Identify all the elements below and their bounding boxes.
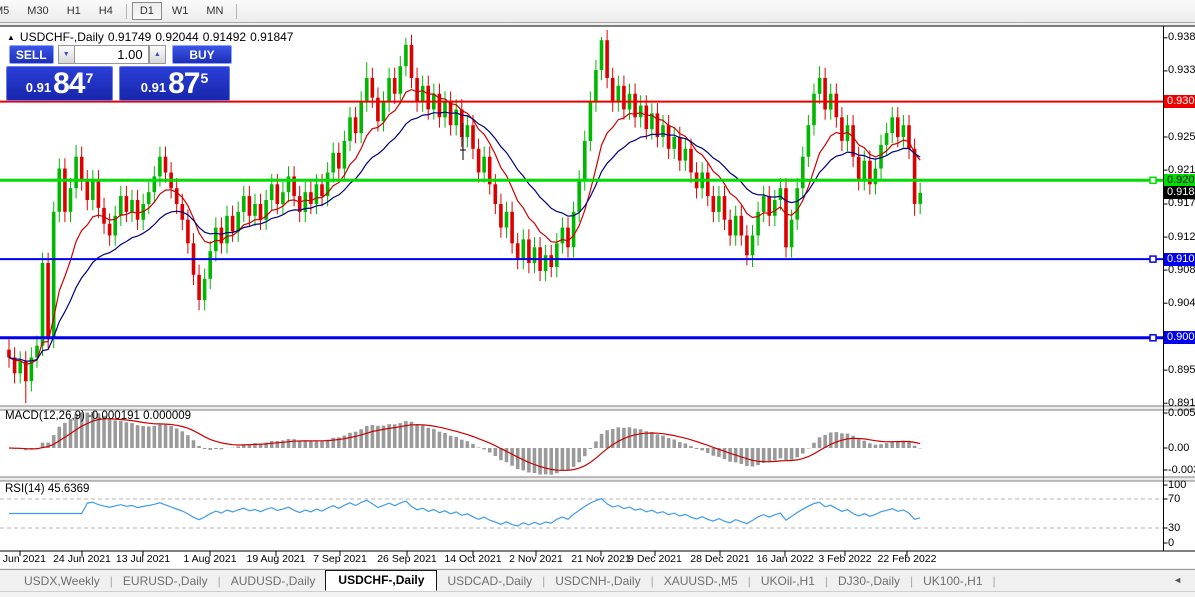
sell-button[interactable]: SELL (9, 45, 54, 64)
chart-tab-usdx[interactable]: USDX,Weekly (14, 573, 110, 589)
volume-down-icon[interactable]: ▼ (57, 45, 75, 64)
price-axis-tick: 0.9044 (1168, 296, 1195, 309)
macd-values: -0.000191 0.000009 (88, 410, 192, 422)
ohlc-close: 0.91847 (250, 30, 294, 44)
price-line-label: 0.9000 (1164, 331, 1195, 345)
rsi-axis-label: 100 (1168, 479, 1187, 491)
chart-tab-ukoil[interactable]: UKOil-,H1 (751, 573, 825, 589)
price-line-label: 0.9184 (1164, 186, 1195, 200)
chart-tab-eurusd[interactable]: EURUSD-,Daily (113, 573, 218, 589)
volume-up-icon[interactable]: ▲ (148, 45, 167, 64)
tab-scroll-left-icon[interactable]: ◄ (1173, 575, 1182, 585)
trade-panel: SELL ▼ 1.00 ▲ BUY 0.91 84 7 0.91 87 5 (6, 45, 232, 101)
date-axis-label: 14 Oct 2021 (444, 553, 502, 565)
rsi-indicator-label: RSI(14) 45.6369 (5, 483, 90, 495)
date-axis-label: 9 Dec 2021 (628, 553, 682, 565)
chart-tab-usdcnh[interactable]: USDCNH-,Daily (545, 573, 650, 589)
ohlc-open: 0.91749 (107, 30, 152, 44)
price-axis-tick: 0.9381 (1168, 31, 1195, 44)
chart-title: ▲ USDCHF-,Daily 0.91749 0.92044 0.91492 0.918… (7, 30, 297, 44)
chart-tab-dj30[interactable]: DJ30-,Daily (828, 573, 910, 589)
rsi-axis-label: 70 (1168, 493, 1181, 505)
rsi-value: 45.6369 (47, 483, 90, 495)
chart-tab-xauusd[interactable]: XAUUSD-,M5 (654, 573, 748, 589)
chart-tab-usdcad[interactable]: USDCAD-,Daily (437, 573, 542, 589)
date-axis-label: 1 Aug 2021 (183, 553, 237, 565)
sell-price-sup: 7 (85, 70, 94, 86)
chart-symbol: USDCHF-,Daily (19, 30, 104, 44)
chart-tab-usdchf[interactable]: USDCHF-,Daily (325, 570, 438, 591)
buy-price-big: 87 (168, 67, 200, 100)
price-axis-tick: 0.8959 (1168, 363, 1195, 376)
collapse-panel-icon[interactable]: ▲ (7, 33, 15, 42)
date-axis-label: 13 Jul 2021 (115, 553, 171, 565)
price-axis-tick: 0.9255 (1168, 130, 1195, 143)
date-axis-label: 21 Nov 2021 (571, 553, 631, 565)
sell-price-prefix: 0.91 (25, 80, 52, 95)
date-axis-label: 2 Nov 2021 (509, 553, 563, 565)
date-axis-label: 28 Dec 2021 (690, 553, 750, 565)
macd-axis-label: -0.003 (1168, 464, 1195, 476)
buy-button[interactable]: BUY (172, 45, 232, 64)
date-axis-label: 22 Feb 2022 (877, 553, 937, 565)
rsi-axis-label: 0 (1168, 537, 1175, 549)
date-axis-label: 6 Jun 2021 (0, 553, 46, 565)
date-axis-label: 24 Jun 2021 (53, 553, 111, 565)
status-strip (0, 591, 1195, 597)
volume-input[interactable]: 1.00 (74, 45, 149, 64)
macd-axis-label: 0.00 (1168, 442, 1190, 454)
price-axis-tick: 0.9128 (1168, 230, 1195, 243)
macd-axis-label: 0.0059 (1168, 407, 1195, 419)
rsi-axis-label: 30 (1168, 522, 1181, 534)
price-axis-tick: 0.9339 (1168, 64, 1195, 77)
buy-price-box[interactable]: 0.91 87 5 (119, 66, 230, 101)
trading-terminal: M5M30H1H4D1W1MN ▲USDCHF-,Daily0.917490.9… (0, 0, 1195, 597)
chart-tab-audusd[interactable]: AUDUSD-,Daily (221, 573, 326, 589)
macd-indicator-label: MACD(12,26,9) -0.000191 0.000009 (5, 410, 192, 422)
date-axis-label: 7 Sep 2021 (313, 553, 367, 565)
price-line-label: 0.9200 (1164, 173, 1195, 187)
date-axis-label: 3 Feb 2022 (818, 553, 872, 565)
buy-price-sup: 5 (200, 70, 209, 86)
date-axis-label: 16 Jan 2022 (756, 553, 814, 565)
chart-tab-uk100[interactable]: UK100-,H1 (913, 573, 992, 589)
buy-price-prefix: 0.91 (140, 80, 167, 95)
ohlc-high: 0.92044 (155, 30, 199, 44)
sell-price-box[interactable]: 0.91 84 7 (6, 66, 113, 101)
date-axis-label: 26 Sep 2021 (377, 553, 437, 565)
price-line-label: 0.9100 (1164, 252, 1195, 266)
chart-tabs-bar: USDX,Weekly | EURUSD-,Daily | AUDUSD-,Daily U… (0, 569, 1195, 591)
price-line-label: 0.9300 (1164, 95, 1195, 109)
sell-price-big: 84 (53, 67, 85, 100)
date-axis-label: 19 Aug 2021 (246, 553, 306, 565)
tab-separator: | (992, 573, 996, 588)
ohlc-low: 0.91492 (202, 30, 247, 44)
